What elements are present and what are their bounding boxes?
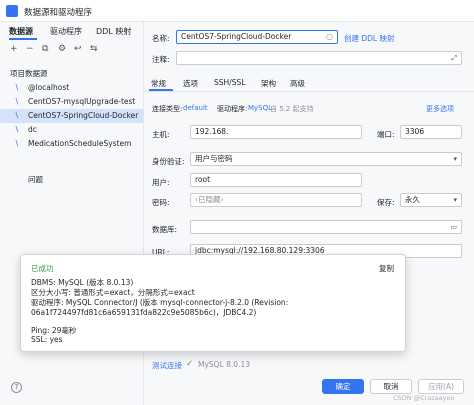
datasource-label: @localhost — [28, 83, 70, 92]
copy-link[interactable]: 复制 — [379, 263, 394, 274]
password-value: ‹已隐藏› — [195, 195, 224, 204]
port-label: 端口: — [377, 130, 395, 139]
chevron-down-icon: ▾ — [453, 155, 457, 163]
connection-type-label: 连接类型: — [152, 105, 183, 113]
save-select[interactable]: 永久 ▾ — [400, 193, 462, 207]
auth-select[interactable]: 用户与密码 ▾ — [190, 152, 462, 166]
apply-button[interactable]: 应用(A) — [418, 379, 464, 394]
connection-success-popup: 已成功 复制 DBMS: MySQL (版本 8.0.13) 区分大小写: 普通… — [20, 254, 406, 352]
save-value: 永久 — [405, 195, 420, 204]
datasource-label: CentOS7-SpringCloud-Docker — [28, 111, 139, 120]
tab-ddl-mappings[interactable]: DDL 映射 — [96, 26, 131, 37]
create-ddl-mapping-link[interactable]: 创建 DDL 映射 — [344, 33, 395, 44]
check-icon: ✓ — [186, 359, 194, 369]
mysql-icon: ∖ — [14, 83, 20, 92]
tab-general[interactable]: 常规 — [151, 78, 166, 89]
datasource-item[interactable]: ∖ CentOS7-mysqlUpgrade-test — [0, 95, 143, 109]
remove-icon[interactable]: − — [26, 44, 34, 54]
watermark: CSDN @Crazaayoo — [393, 394, 455, 402]
database-input[interactable]: ▭ — [190, 220, 462, 234]
color-circle-icon[interactable]: ○ — [326, 31, 333, 43]
name-label: 名称: — [152, 34, 170, 43]
user-value: root — [195, 175, 211, 184]
datasource-item-selected[interactable]: ∖ CentOS7-SpringCloud-Docker — [0, 109, 143, 123]
tab-datasources[interactable]: 数据源 — [9, 26, 33, 37]
save-label: 保存: — [377, 198, 395, 207]
host-input[interactable]: 192.168. — [190, 125, 362, 139]
auth-label: 身份验证: — [152, 157, 185, 166]
help-icon[interactable]: ? — [11, 382, 22, 393]
expand-icon[interactable]: ⤢ — [451, 52, 457, 64]
more-options-link[interactable]: 更多选项 — [426, 104, 454, 114]
password-label: 密码: — [152, 198, 170, 207]
database-label: 数据库: — [152, 225, 178, 234]
app-icon — [6, 5, 18, 17]
driver-label: 驱动程序: — [217, 105, 248, 113]
test-connection-link[interactable]: 测试连接 — [152, 360, 182, 371]
settings-icon[interactable]: ⚙ — [58, 44, 66, 54]
user-input[interactable]: root — [190, 173, 362, 187]
popup-ssl-line: SSL: yes — [31, 335, 63, 344]
port-input[interactable]: 3306 — [400, 125, 462, 139]
ok-button[interactable]: 确定 — [322, 379, 364, 394]
test-connection-result: MySQL 8.0.13 — [198, 360, 250, 369]
tab-advanced[interactable]: 高级 — [290, 78, 305, 89]
tab-ssh-ssl[interactable]: SSH/SSL — [214, 78, 245, 87]
name-field[interactable]: CentOS7-SpringCloud-Docker ○ — [176, 30, 338, 44]
driver-dropdown[interactable]: MySQL — [248, 104, 272, 112]
tab-options[interactable]: 选项 — [183, 78, 198, 89]
duplicate-icon[interactable]: ⧉ — [42, 44, 48, 54]
connection-type-dropdown[interactable]: default — [183, 104, 208, 112]
user-label: 用户: — [152, 178, 170, 187]
password-input[interactable]: ‹已隐藏› — [190, 193, 362, 207]
mysql-icon: ∖ — [14, 125, 20, 134]
popup-status: 已成功 — [31, 264, 54, 273]
problems-item[interactable]: 问题 — [28, 174, 43, 185]
host-label: 主机: — [152, 130, 170, 139]
auth-value: 用户与密码 — [195, 154, 233, 163]
tab-schemas[interactable]: 架构 — [261, 78, 276, 89]
migrate-icon[interactable]: ⇆ — [90, 44, 98, 54]
host-value: 192.168. — [195, 127, 229, 136]
window-title: 数据源和驱动程序 — [24, 8, 93, 18]
settings-tabs: 常规 选项 SSH/SSL 架构 高级 — [144, 76, 474, 92]
revert-icon[interactable]: ↩ — [74, 44, 82, 54]
datasource-item[interactable]: ∖ @localhost — [0, 81, 143, 95]
tab-drivers[interactable]: 驱动程序 — [50, 26, 82, 37]
active-tab-indicator — [9, 38, 37, 40]
name-value: CentOS7-SpringCloud-Docker — [181, 32, 292, 41]
mysql-icon: ∖ — [14, 97, 20, 106]
popup-revision-line: 06a1f724497fd81c6a659131fda822c9e5085b6c… — [31, 308, 257, 317]
comment-label: 注释: — [152, 55, 170, 64]
driver-version-note: 自 5.2 起支持 — [270, 105, 314, 113]
chevron-down-icon: ▾ — [453, 196, 457, 204]
datasource-item[interactable]: ∖ MedicationScheduleSystem — [0, 137, 143, 151]
comment-field[interactable]: ⤢ — [176, 51, 462, 65]
mysql-icon: ∖ — [14, 111, 20, 120]
folder-icon[interactable]: ▭ — [450, 221, 457, 233]
datasource-label: MedicationScheduleSystem — [28, 139, 132, 148]
mysql-icon: ∖ — [14, 139, 20, 148]
active-tab-indicator — [149, 89, 173, 91]
port-value: 3306 — [405, 127, 425, 136]
datasource-label: CentOS7-mysqlUpgrade-test — [28, 97, 136, 106]
datasource-label: dc — [28, 125, 37, 134]
project-datasources-label: 项目数据源 — [10, 69, 48, 78]
add-icon[interactable]: + — [10, 44, 18, 54]
datasource-item[interactable]: ∖ dc — [0, 123, 143, 137]
title-bar: 数据源和驱动程序 — [0, 0, 474, 22]
cancel-button[interactable]: 取消 — [370, 379, 412, 394]
